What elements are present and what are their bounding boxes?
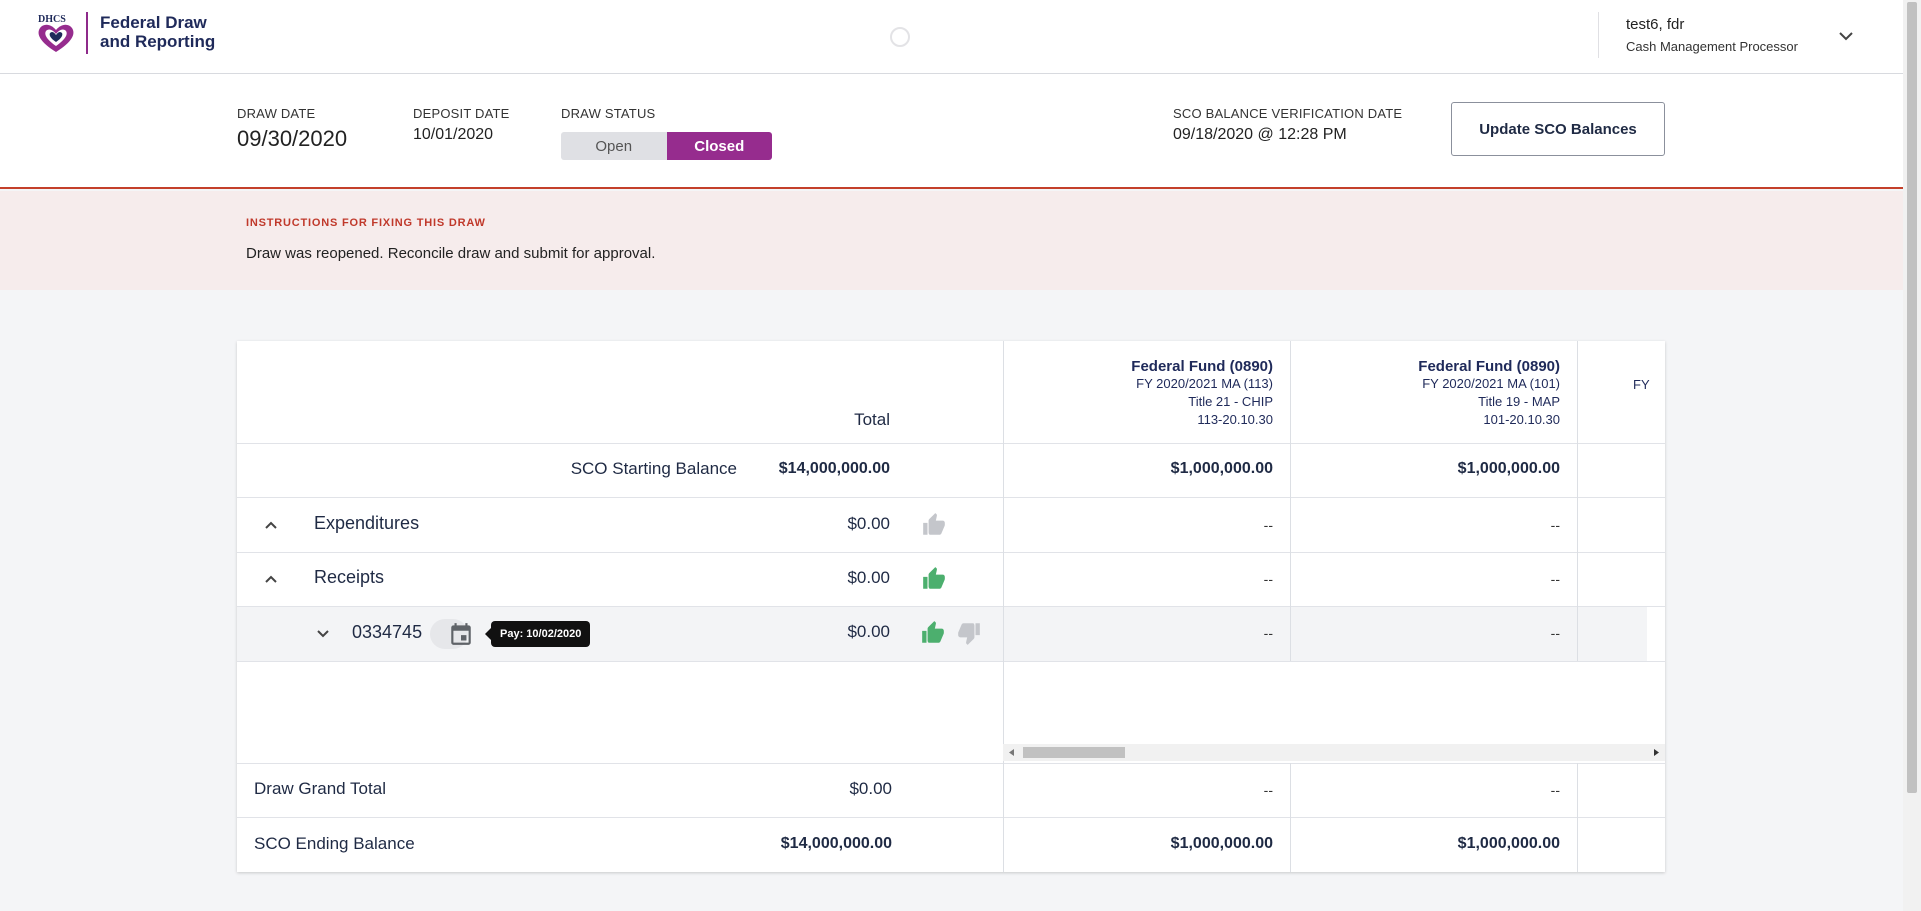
fund-program: Title 19 - MAP <box>1478 394 1560 409</box>
instructions-text: Draw was reopened. Reconcile draw and su… <box>246 245 656 262</box>
expenditures-label: Expenditures <box>314 513 420 533</box>
sco-ending-balance-total: $14,000,000.00 <box>780 835 892 852</box>
status-open-option[interactable]: Open <box>561 132 667 160</box>
receipt-item-cell: -- <box>1263 625 1273 641</box>
instructions-label: INSTRUCTIONS FOR FIXING THIS DRAW <box>246 217 486 229</box>
sco-ending-balance-cell: $1,000,000.00 <box>1170 835 1273 852</box>
sco-starting-balance-total: $14,000,000.00 <box>778 460 890 477</box>
sco-ending-balance-cell: $1,000,000.00 <box>1457 835 1560 852</box>
sco-verification-label: SCO BALANCE VERIFICATION DATE <box>1173 106 1403 121</box>
thumbs-down-icon[interactable] <box>956 620 982 646</box>
draw-date-label: DRAW DATE <box>237 106 316 121</box>
fund-fiscal-year-clipped: FY <box>1633 377 1650 392</box>
dhcs-logo: DHCS <box>38 14 74 52</box>
chevron-down-icon[interactable] <box>315 626 331 642</box>
fund-fiscal-year: FY 2020/2021 MA (101) <box>1422 376 1560 391</box>
receipt-item-total: $0.00 <box>847 622 890 641</box>
user-role: Cash Management Processor <box>1626 39 1798 54</box>
receipt-item-cell: -- <box>1550 625 1560 641</box>
receipts-cell: -- <box>1263 571 1273 587</box>
calendar-icon[interactable] <box>448 621 474 647</box>
sco-starting-balance-label: SCO Starting Balance <box>570 459 737 478</box>
fund-program: Title 21 - CHIP <box>1188 394 1273 409</box>
draw-header: DRAW DATE 09/30/2020 DEPOSIT DATE 10/01/… <box>0 74 1903 189</box>
receipts-total: $0.00 <box>847 568 890 587</box>
loading-spinner-icon <box>890 27 910 47</box>
thumbs-up-icon[interactable] <box>920 620 946 646</box>
expenditures-cell: -- <box>1550 517 1560 533</box>
instructions-banner: INSTRUCTIONS FOR FIXING THIS DRAW Draw w… <box>0 191 1903 290</box>
thumbs-up-icon[interactable] <box>921 566 947 592</box>
page-scrollbar[interactable] <box>1903 0 1921 911</box>
fund-code: 101-20.10.30 <box>1483 412 1560 427</box>
draw-status-toggle[interactable]: Open Closed <box>561 132 772 160</box>
receipts-cell: -- <box>1550 571 1560 587</box>
chevron-up-icon[interactable] <box>263 571 279 587</box>
thumbs-up-icon[interactable] <box>921 512 947 538</box>
pay-date-tooltip: Pay: 10/02/2020 <box>484 621 591 647</box>
logo-divider <box>86 12 88 54</box>
sco-verification-date: 09/18/2020 @ 12:28 PM <box>1173 126 1347 143</box>
sco-ending-balance-label: SCO Ending Balance <box>254 834 415 853</box>
scroll-right-arrow-icon[interactable] <box>1652 748 1661 757</box>
page-scrollbar-thumb[interactable] <box>1907 2 1917 793</box>
chevron-down-icon[interactable] <box>1836 26 1856 46</box>
deposit-date-label: DEPOSIT DATE <box>413 106 510 121</box>
app-title-line1: Federal Draw <box>100 13 207 32</box>
draw-grand-total-label: Draw Grand Total <box>254 779 386 798</box>
app-title[interactable]: Federal Draw and Reporting <box>100 13 215 51</box>
user-name: test6, fdr <box>1626 16 1685 33</box>
svg-text:DHCS: DHCS <box>38 14 66 25</box>
receipts-label: Receipts <box>314 567 385 587</box>
fund-column-header[interactable]: Federal Fund (0890) FY 2020/2021 MA (113… <box>1003 358 1273 429</box>
expenditures-cell: -- <box>1263 517 1273 533</box>
grand-total-cell: -- <box>1550 782 1560 798</box>
draw-grand-total-value: $0.00 <box>849 779 892 798</box>
fund-code: 113-20.10.30 <box>1197 412 1273 427</box>
app-title-line2: and Reporting <box>100 32 216 51</box>
expenditures-total: $0.00 <box>847 514 890 533</box>
fund-fiscal-year: FY 2020/2021 MA (113) <box>1136 376 1273 391</box>
status-closed-option[interactable]: Closed <box>666 132 772 160</box>
reconciliation-table: Total Federal Fund (0890) FY 2020/2021 M… <box>237 341 1665 872</box>
total-column-header: Total <box>854 410 890 429</box>
grand-total-cell: -- <box>1263 782 1273 798</box>
draw-status-label: DRAW STATUS <box>561 106 656 121</box>
deposit-date-value: 10/01/2020 <box>413 126 494 143</box>
scroll-left-arrow-icon[interactable] <box>1007 748 1016 757</box>
fund-title: Federal Fund (0890) <box>1131 358 1273 375</box>
user-divider <box>1598 12 1599 58</box>
horizontal-scrollbar-thumb[interactable] <box>1023 747 1125 758</box>
update-sco-balances-button[interactable]: Update SCO Balances <box>1451 102 1665 156</box>
draw-date-value: 09/30/2020 <box>237 126 348 151</box>
chevron-up-icon[interactable] <box>263 517 279 533</box>
sco-starting-balance-cell: $1,000,000.00 <box>1457 460 1560 477</box>
fund-title: Federal Fund (0890) <box>1418 358 1560 375</box>
top-bar: DHCS Federal Draw and Reporting test6, f… <box>0 0 1903 74</box>
fund-column-header[interactable]: Federal Fund (0890) FY 2020/2021 MA (101… <box>1290 358 1560 429</box>
horizontal-scrollbar[interactable] <box>1003 744 1665 761</box>
receipt-number[interactable]: 0334745 <box>352 622 422 643</box>
sco-starting-balance-cell: $1,000,000.00 <box>1170 460 1273 477</box>
